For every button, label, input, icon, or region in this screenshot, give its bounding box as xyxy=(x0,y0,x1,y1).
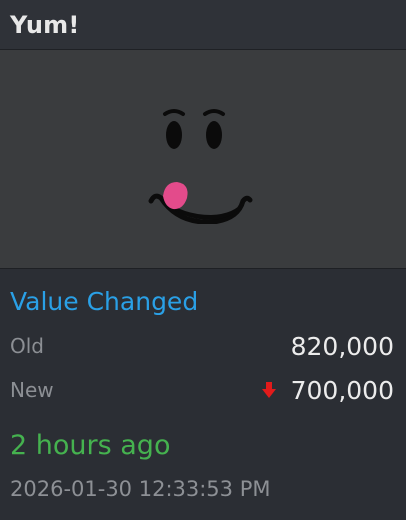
item-thumbnail xyxy=(0,50,406,269)
old-label: Old xyxy=(10,334,44,358)
old-value: 820,000 xyxy=(290,331,394,361)
section-heading: Value Changed xyxy=(10,287,199,316)
new-value: 700,000 xyxy=(290,375,394,405)
item-value-change-card: Yum! Value Changed Old 820,000 New 700,0… xyxy=(0,0,406,520)
item-title: Yum! xyxy=(10,10,80,39)
new-value-wrap: 700,000 xyxy=(261,376,394,405)
new-label: New xyxy=(10,378,54,402)
change-details: Value Changed Old 820,000 New 700,000 2 … xyxy=(0,287,406,503)
timestamp: 2026-01-30 12:33:53 PM xyxy=(10,477,271,501)
down-arrow-icon xyxy=(261,382,276,398)
smiling-face-tongue-icon xyxy=(148,109,253,224)
old-value-wrap: 820,000 xyxy=(291,332,394,361)
old-value-row: Old 820,000 xyxy=(10,329,394,363)
card-header: Yum! xyxy=(0,0,406,50)
new-value-row: New 700,000 xyxy=(10,373,394,407)
relative-time: 2 hours ago xyxy=(10,430,171,461)
